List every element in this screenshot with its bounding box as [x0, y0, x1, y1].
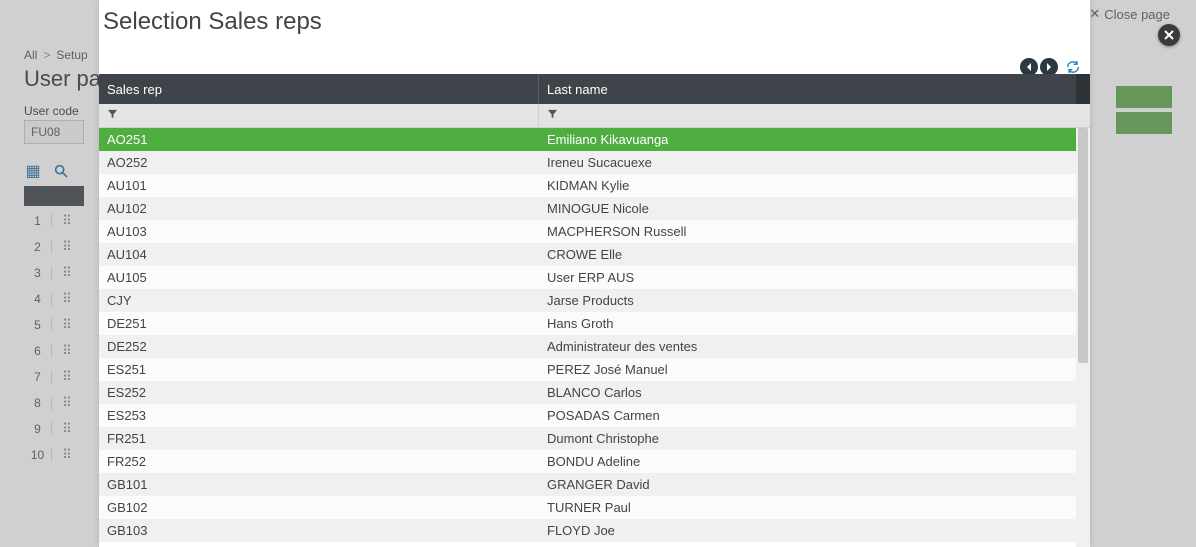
cell-last-name: TURNER Paul: [539, 500, 1076, 515]
cell-last-name: Hans Groth: [539, 316, 1076, 331]
table-header-row: Sales rep Last name: [99, 74, 1090, 104]
cell-sales-rep: CJY: [99, 293, 539, 308]
table: Sales rep Last name AO251Emiliano Kikavu…: [99, 74, 1090, 547]
table-row[interactable]: AO252Ireneu Sucacuexe: [99, 151, 1076, 174]
cell-sales-rep: GB102: [99, 500, 539, 515]
filter-sales-rep[interactable]: [99, 104, 539, 127]
modal-title: Selection Sales reps: [99, 0, 1090, 46]
cell-sales-rep: FR251: [99, 431, 539, 446]
filter-scroll-gutter: [1076, 104, 1090, 127]
table-row[interactable]: AU101KIDMAN Kylie: [99, 174, 1076, 197]
cell-last-name: FLOYD Joe: [539, 523, 1076, 538]
table-body: AO251Emiliano KikavuangaAO252Ireneu Suca…: [99, 128, 1090, 547]
cell-sales-rep: GB103: [99, 523, 539, 538]
table-row[interactable]: AO251Emiliano Kikavuanga: [99, 128, 1076, 151]
cell-sales-rep: ES253: [99, 408, 539, 423]
table-row[interactable]: AU105User ERP AUS: [99, 266, 1076, 289]
table-row[interactable]: ES253POSADAS Carmen: [99, 404, 1076, 427]
filter-icon: [547, 108, 558, 123]
table-row[interactable]: FR252BONDU Adeline: [99, 450, 1076, 473]
cell-sales-rep: GB101: [99, 477, 539, 492]
cell-sales-rep: ES252: [99, 385, 539, 400]
table-filter-row: [99, 104, 1090, 128]
cell-sales-rep: AO252: [99, 155, 539, 170]
filter-last-name[interactable]: [539, 104, 1076, 127]
table-row[interactable]: AU104CROWE Elle: [99, 243, 1076, 266]
cell-sales-rep: AU102: [99, 201, 539, 216]
table-row[interactable]: CJYJarse Products: [99, 289, 1076, 312]
header-scroll-gutter: [1076, 74, 1090, 104]
cell-sales-rep: DE252: [99, 339, 539, 354]
table-row[interactable]: GB102TURNER Paul: [99, 496, 1076, 519]
cell-last-name: POSADAS Carmen: [539, 408, 1076, 423]
column-header-last-name[interactable]: Last name: [539, 74, 1076, 104]
cell-last-name: Emiliano Kikavuanga: [539, 132, 1076, 147]
cell-last-name: User ERP AUS: [539, 270, 1076, 285]
table-row[interactable]: AU103MACPHERSON Russell: [99, 220, 1076, 243]
table-row[interactable]: DE251Hans Groth: [99, 312, 1076, 335]
table-row[interactable]: GB101GRANGER David: [99, 473, 1076, 496]
table-row[interactable]: FR251Dumont Christophe: [99, 427, 1076, 450]
table-row[interactable]: DE252Administrateur des ventes: [99, 335, 1076, 358]
selection-modal: Selection Sales reps Sales rep Last name: [99, 0, 1090, 547]
cell-sales-rep: AO251: [99, 132, 539, 147]
cell-sales-rep: AU105: [99, 270, 539, 285]
cell-last-name: PEREZ José Manuel: [539, 362, 1076, 377]
cell-sales-rep: ES251: [99, 362, 539, 377]
scrollbar-thumb[interactable]: [1078, 128, 1088, 363]
filter-icon: [107, 108, 118, 123]
cell-last-name: KIDMAN Kylie: [539, 178, 1076, 193]
cell-last-name: CROWE Elle: [539, 247, 1076, 262]
column-header-sales-rep[interactable]: Sales rep: [99, 74, 539, 104]
cell-last-name: BLANCO Carlos: [539, 385, 1076, 400]
cell-last-name: MACPHERSON Russell: [539, 224, 1076, 239]
cell-sales-rep: FR252: [99, 454, 539, 469]
cell-last-name: Ireneu Sucacuexe: [539, 155, 1076, 170]
cell-sales-rep: AU104: [99, 247, 539, 262]
cell-sales-rep: AU103: [99, 224, 539, 239]
modal-close-button[interactable]: [1158, 24, 1180, 46]
table-row[interactable]: AU102MINOGUE Nicole: [99, 197, 1076, 220]
cell-last-name: MINOGUE Nicole: [539, 201, 1076, 216]
vertical-scrollbar[interactable]: [1076, 128, 1090, 547]
cell-last-name: Dumont Christophe: [539, 431, 1076, 446]
table-row[interactable]: ES252BLANCO Carlos: [99, 381, 1076, 404]
cell-sales-rep: DE251: [99, 316, 539, 331]
cell-last-name: Jarse Products: [539, 293, 1076, 308]
cell-last-name: BONDU Adeline: [539, 454, 1076, 469]
cell-last-name: GRANGER David: [539, 477, 1076, 492]
cell-last-name: Administrateur des ventes: [539, 339, 1076, 354]
table-row[interactable]: ES251PEREZ José Manuel: [99, 358, 1076, 381]
table-row[interactable]: GB103FLOYD Joe: [99, 519, 1076, 542]
cell-sales-rep: AU101: [99, 178, 539, 193]
